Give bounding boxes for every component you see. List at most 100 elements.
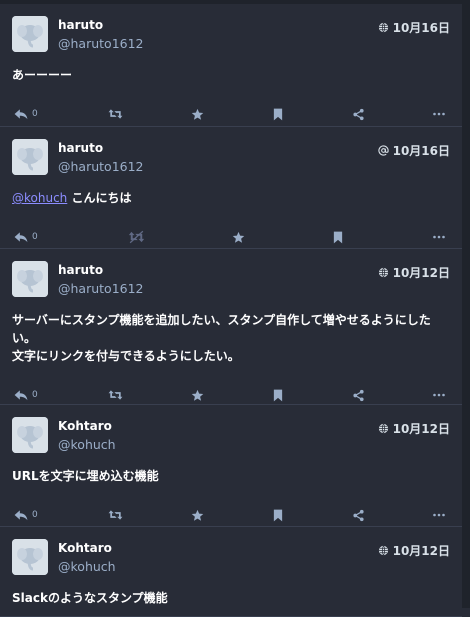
globe-icon: [378, 267, 389, 278]
reply-count: 0: [32, 510, 38, 520]
post-timestamp[interactable]: 10月12日: [378, 420, 450, 437]
post-timestamp[interactable]: 10月16日: [378, 19, 450, 36]
content-line: @kohuch こんにちは: [12, 189, 452, 207]
boost-button[interactable]: [108, 104, 123, 124]
boost-disabled-icon: [128, 230, 145, 244]
boost-icon: [108, 108, 123, 120]
action-bar: 0: [0, 104, 462, 124]
timestamp-text: 10月16日: [392, 144, 450, 158]
avatar[interactable]: [12, 139, 48, 175]
timeline-feed: haruto @haruto1612 10月16日 あーーーー 0 haruto @haru…: [0, 4, 462, 617]
content-text: 文字にリンクを付与できるようにしたい。: [12, 349, 240, 363]
more-icon: [433, 112, 445, 116]
mention-link[interactable]: @kohuch: [12, 191, 67, 205]
bookmark-button[interactable]: [273, 505, 283, 525]
reply-count: 0: [32, 109, 38, 119]
content-text: URLを文字に埋め込む機能: [12, 469, 159, 483]
more-button[interactable]: [433, 104, 445, 124]
star-icon: [191, 389, 204, 402]
avatar[interactable]: [12, 16, 48, 52]
content-text: サーバーにスタンプ機能を追加したい、スタンプ自作して増やせるようにした: [12, 313, 431, 327]
reply-button[interactable]: 0: [14, 385, 38, 405]
globe-icon: [378, 423, 389, 434]
status-post[interactable]: haruto @haruto1612 10月12日サーバーにスタンプ機能を追加したい…: [0, 249, 462, 405]
content-line: 文字にリンクを付与できるようにしたい。: [12, 347, 452, 365]
star-button[interactable]: [191, 505, 204, 525]
share-button[interactable]: [352, 385, 365, 405]
bookmark-button[interactable]: [273, 104, 283, 124]
avatar[interactable]: [12, 261, 48, 297]
reply-button[interactable]: 0: [14, 505, 38, 525]
display-name[interactable]: haruto: [58, 141, 103, 155]
post-timestamp[interactable]: 10月16日: [377, 142, 450, 159]
more-icon: [433, 235, 445, 239]
more-button[interactable]: [433, 505, 445, 525]
boost-button[interactable]: [108, 505, 123, 525]
reply-button[interactable]: 0: [14, 104, 38, 124]
more-button[interactable]: [433, 227, 445, 247]
avatar[interactable]: [12, 539, 48, 575]
boost-button[interactable]: [108, 385, 123, 405]
account-handle[interactable]: @haruto1612: [58, 281, 144, 296]
star-button[interactable]: [232, 227, 245, 247]
timestamp-text: 10月12日: [392, 544, 450, 558]
post-content: @kohuch こんにちは: [12, 189, 452, 207]
timestamp-text: 10月16日: [392, 21, 450, 35]
account-handle[interactable]: @kohuch: [58, 559, 116, 574]
timestamp-text: 10月12日: [392, 266, 450, 280]
share-button[interactable]: [352, 505, 365, 525]
star-button[interactable]: [191, 104, 204, 124]
more-button[interactable]: [433, 385, 445, 405]
display-name[interactable]: haruto: [58, 263, 103, 277]
bookmark-icon: [273, 389, 283, 402]
account-handle[interactable]: @kohuch: [58, 437, 116, 452]
account-handle[interactable]: @haruto1612: [58, 159, 144, 174]
action-bar: 0: [0, 505, 462, 525]
content-line: い。: [12, 329, 452, 347]
content-text: Slackのようなスタンプ機能: [12, 591, 168, 605]
status-post[interactable]: haruto @haruto1612 10月16日 @kohuch こんにちは 0: [0, 127, 462, 249]
post-content: あーーーー: [12, 66, 452, 84]
share-icon: [352, 509, 365, 522]
avatar[interactable]: [12, 417, 48, 453]
star-icon: [232, 231, 245, 244]
content-text: い。: [12, 331, 37, 345]
more-icon: [433, 393, 445, 397]
display-name[interactable]: Kohtaro: [58, 419, 112, 433]
status-post[interactable]: haruto @haruto1612 10月16日あーーーー 0: [0, 4, 462, 127]
reply-button[interactable]: 0: [14, 227, 38, 247]
bookmark-icon: [273, 108, 283, 121]
account-handle[interactable]: @haruto1612: [58, 36, 144, 51]
status-post[interactable]: Kohtaro @kohuch 10月12日 Slackのようなスタンプ機能: [0, 527, 462, 617]
star-button[interactable]: [191, 385, 204, 405]
content-line: あーーーー: [12, 66, 452, 84]
bookmark-icon: [273, 509, 283, 522]
content-line: Slackのようなスタンプ機能: [12, 589, 452, 607]
reply-icon: [14, 231, 28, 243]
reply-icon: [14, 389, 28, 401]
bookmark-icon: [333, 231, 343, 244]
bookmark-button[interactable]: [333, 227, 343, 247]
post-content: サーバーにスタンプ機能を追加したい、スタンプ自作して増やせるようにした い。文字に…: [12, 311, 452, 365]
content-line: URLを文字に埋め込む機能: [12, 467, 452, 485]
share-icon: [352, 108, 365, 121]
globe-icon: [378, 545, 389, 556]
reply-count: 0: [32, 390, 38, 400]
bookmark-button[interactable]: [273, 385, 283, 405]
star-icon: [191, 108, 204, 121]
post-content: URLを文字に埋め込む機能: [12, 467, 452, 485]
boost-icon: [108, 389, 123, 401]
status-post[interactable]: Kohtaro @kohuch 10月12日 URLを文字に埋め込む機能 0: [0, 405, 462, 527]
at-icon: [377, 145, 389, 156]
content-line: サーバーにスタンプ機能を追加したい、スタンプ自作して増やせるようにした: [12, 311, 452, 329]
display-name[interactable]: Kohtaro: [58, 541, 112, 555]
boost-icon: [108, 509, 123, 521]
reply-count: 0: [32, 232, 38, 242]
post-timestamp[interactable]: 10月12日: [378, 264, 450, 281]
share-button[interactable]: [352, 104, 365, 124]
post-timestamp[interactable]: 10月12日: [378, 542, 450, 559]
content-text: こんにちは: [67, 191, 132, 205]
scrollbar[interactable]: [462, 0, 470, 608]
display-name[interactable]: haruto: [58, 18, 103, 32]
boost-disabled-button[interactable]: [128, 227, 145, 247]
